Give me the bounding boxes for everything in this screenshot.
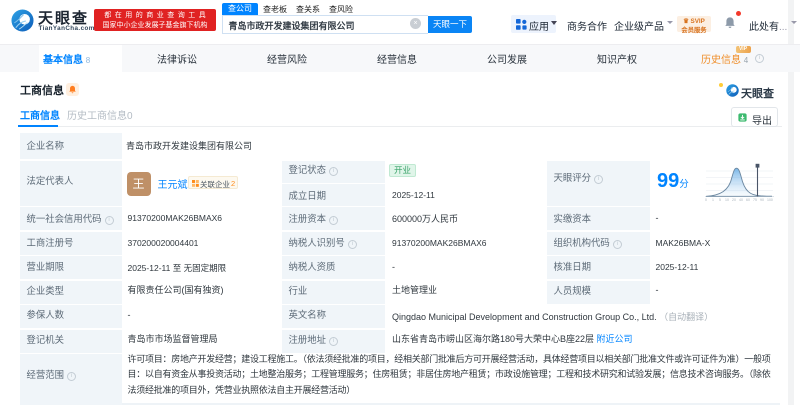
svg-text:10: 10 [725,198,729,202]
svg-text:75: 75 [753,198,757,202]
svg-text:5: 5 [719,198,721,202]
svg-text:100: 100 [767,198,773,202]
svg-text:60: 60 [746,198,750,202]
svg-text:90: 90 [760,198,764,202]
svg-text:0: 0 [705,198,707,202]
svg-text:20: 20 [732,198,736,202]
svg-text:40: 40 [739,198,743,202]
svg-text:1: 1 [712,198,714,202]
